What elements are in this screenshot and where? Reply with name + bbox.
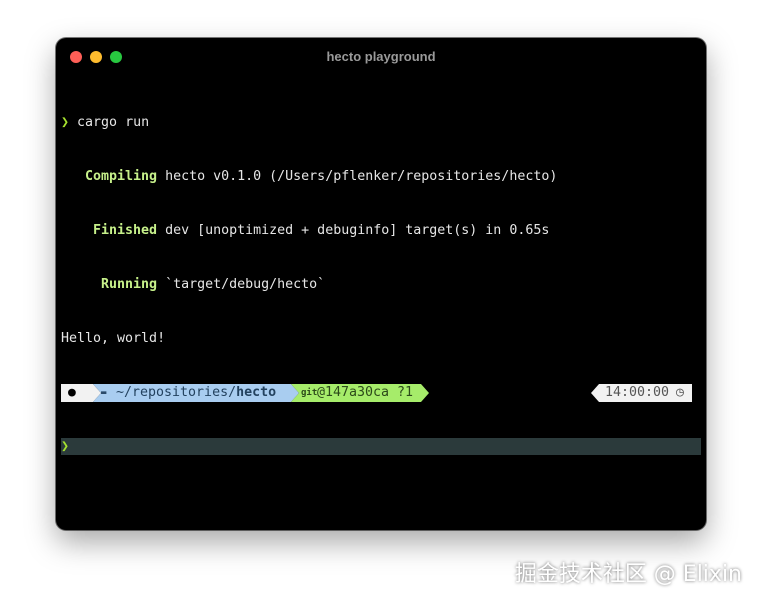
output-text: hecto v0.1.0 (/Users/pflenker/repositori… bbox=[157, 169, 558, 184]
path-dir: hecto bbox=[236, 385, 277, 400]
status-label: Compiling bbox=[61, 169, 158, 184]
status-label: Finished bbox=[61, 223, 158, 238]
git-icon: git bbox=[301, 388, 318, 398]
terminal-window: hecto playground ❯ cargo run Compiling h… bbox=[56, 38, 706, 530]
path-prefix: ~/repositories/ bbox=[116, 385, 237, 400]
status-label: Running bbox=[61, 277, 158, 292]
terminal-output[interactable]: ❯ cargo run Compiling hecto v0.1.0 (/Use… bbox=[61, 78, 701, 491]
output-text: `target/debug/hecto` bbox=[157, 277, 326, 292]
command-text: cargo run bbox=[77, 115, 150, 130]
command-input[interactable]: ❯ bbox=[61, 438, 701, 455]
prompt-chevron-icon: ❯ bbox=[61, 115, 70, 130]
path-segment[interactable]: ~/repositories/hecto bbox=[116, 384, 276, 402]
program-output: Hello, world! bbox=[61, 331, 166, 346]
prompt-bar: ● ▬ ~/repositories/hecto git @147a30ca ?… bbox=[61, 384, 701, 402]
watermark: 掘金技术社区 @ Elixin bbox=[514, 562, 742, 587]
title-bar: hecto playground bbox=[56, 38, 706, 76]
folder-icon: ▬ bbox=[101, 388, 107, 398]
output-line: Finished dev [unoptimized + debuginfo] t… bbox=[61, 222, 701, 240]
git-status: @147a30ca ?1 bbox=[317, 385, 414, 400]
clock-icon: ◷ bbox=[676, 385, 685, 400]
time-display: 14:00:00 bbox=[605, 385, 670, 400]
apple-icon: ● bbox=[68, 385, 76, 400]
output-line: Running `target/debug/hecto` bbox=[61, 276, 701, 294]
window-title: hecto playground bbox=[326, 49, 436, 64]
output-text: dev [unoptimized + debuginfo] target(s) … bbox=[157, 223, 550, 238]
output-line: Compiling hecto v0.1.0 (/Users/pflenker/… bbox=[61, 168, 701, 186]
command-line: ❯ cargo run bbox=[61, 114, 701, 132]
